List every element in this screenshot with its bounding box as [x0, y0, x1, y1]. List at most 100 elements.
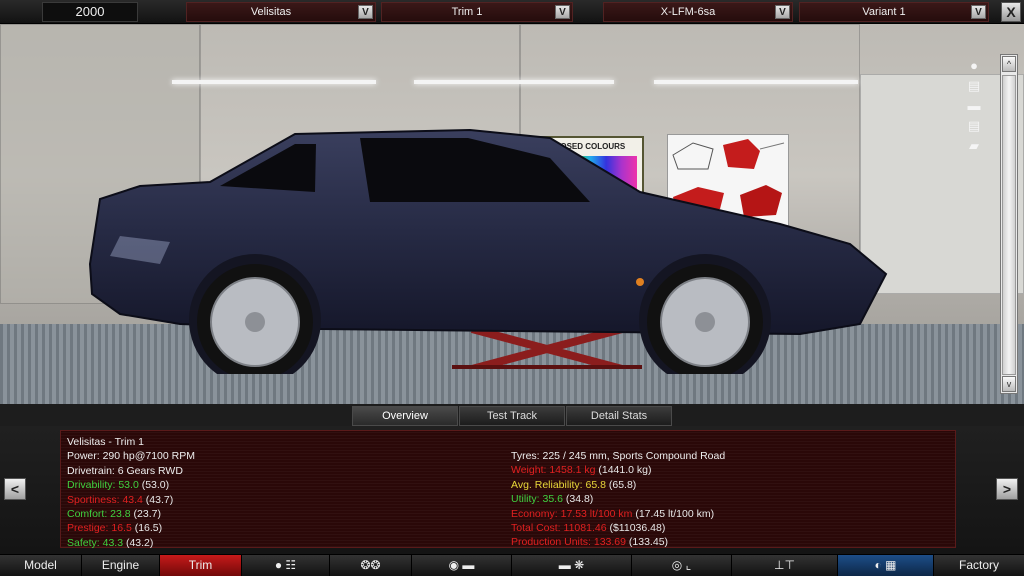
- stat-target-value: (23.7): [130, 508, 161, 521]
- stat-row: Drivability: 53.0 (53.0): [67, 478, 195, 492]
- stat-value: Total Cost: 11081.46: [511, 522, 607, 535]
- stat-value: Comfort: 23.8: [67, 508, 131, 521]
- stat-value: Velisitas - Trim 1: [67, 436, 145, 448]
- overview-panel: < Velisitas - Trim 1 Power: 290 hp@7100 R…: [0, 426, 1024, 554]
- car-top-icon[interactable]: ▰: [961, 138, 987, 154]
- engine-dropdown[interactable]: X-LFM-6sa V: [603, 2, 793, 22]
- stat-value: Prestige: 16.5: [67, 522, 132, 535]
- stat-target-value: (43.2): [123, 536, 154, 549]
- stat-target-value: (1441.0 kg): [595, 464, 652, 477]
- zoom-scrollbar[interactable]: ^ v: [1000, 54, 1018, 394]
- stat-value: Drivetrain: 6 Gears RWD: [67, 464, 183, 477]
- stats-right-column: Tyres: 225 / 245 mm, Sports Compound Roa…: [511, 449, 725, 550]
- stat-row: Prestige: 16.5 (16.5): [67, 521, 195, 535]
- trim-dropdown-label: Trim 1: [451, 6, 483, 18]
- stat-target-value: (53.0): [138, 479, 170, 492]
- camera-icon[interactable]: ●: [961, 58, 987, 74]
- stat-target-value: (133.45): [626, 536, 669, 549]
- nav-testing[interactable]: ◐ ▦: [838, 555, 934, 576]
- nav-engine[interactable]: Engine: [82, 555, 160, 576]
- gauge-icon: ◐ ▦: [874, 558, 897, 572]
- wheel-icon: ❂❂: [360, 558, 381, 572]
- stat-value: Production Units: 133.69: [511, 536, 626, 549]
- seat-icon: ⌞: [685, 558, 692, 572]
- variant-dropdown[interactable]: Variant 1 V: [799, 2, 989, 22]
- stat-value: Economy: 17.53 lt/100 km: [511, 507, 633, 520]
- stat-target-value: (34.8): [562, 493, 594, 506]
- stat-row: Weight: 1458.1 kg (1441.0 kg): [511, 463, 725, 477]
- body-icon: ◉ ▬: [448, 558, 475, 572]
- stat-row: Power: 290 hp@7100 RPM: [67, 449, 195, 463]
- model-dropdown[interactable]: Velisitas V: [186, 2, 376, 22]
- prev-button[interactable]: <: [4, 478, 26, 500]
- stats-left-column: Velisitas - Trim 1 Power: 290 hp@7100 RPM…: [67, 435, 195, 550]
- garage-viewport[interactable]: PROPOSED COLOURS ● ▤ ▬ ▤ ▰ ^ v: [0, 24, 1024, 404]
- nav-interior[interactable]: ◎ ⌞: [632, 555, 732, 576]
- fan-icon: ❋: [574, 558, 585, 572]
- close-button[interactable]: X: [1001, 2, 1021, 22]
- stat-row: Comfort: 23.8 (23.7): [67, 507, 195, 521]
- next-button[interactable]: >: [996, 478, 1018, 500]
- ceiling-light: [654, 80, 858, 84]
- stat-target-value: ($11036.48): [606, 522, 666, 535]
- chevron-down-icon[interactable]: V: [358, 5, 373, 19]
- stat-row: Safety: 43.3 (43.2): [67, 536, 195, 550]
- nav-factory[interactable]: Factory: [934, 555, 1024, 576]
- stat-row: Avg. Reliability: 65.8 (65.8): [511, 478, 725, 492]
- scroll-up-button[interactable]: ^: [1002, 56, 1016, 72]
- variant-dropdown-label: Variant 1: [862, 6, 906, 18]
- engine-dropdown-label: X-LFM-6sa: [660, 6, 716, 18]
- stat-row: Economy: 17.53 lt/100 km (17.45 lt/100 k…: [511, 507, 725, 521]
- ceiling-light: [172, 80, 376, 84]
- stat-row: Velisitas - Trim 1: [67, 435, 195, 449]
- car-icon: ▬: [558, 558, 571, 572]
- scroll-thumb[interactable]: [1002, 75, 1016, 375]
- bottom-nav: Model Engine Trim ● ☷ ❂❂ ◉ ▬ ▬ ❋ ◎ ⌞ ⊥⊤ …: [0, 554, 1024, 576]
- stat-value: Power: 290 hp@7100 RPM: [67, 450, 195, 463]
- stat-target-value: (17.45 lt/100 km): [632, 507, 715, 520]
- stat-row: Total Cost: 11081.46 ($11036.48): [511, 521, 725, 535]
- stat-row: Drivetrain: 6 Gears RWD: [67, 464, 195, 478]
- tab-overview[interactable]: Overview: [352, 406, 458, 426]
- stat-value: Tyres: 225 / 245 mm, Sports Compound Roa…: [511, 450, 726, 462]
- nav-wheels[interactable]: ❂❂: [330, 555, 412, 576]
- gearbox-icon: ● ☷: [274, 558, 297, 572]
- suspension-icon: ⊥⊤: [774, 558, 795, 572]
- car-rear-icon[interactable]: ▤: [961, 118, 987, 134]
- chevron-down-icon[interactable]: V: [971, 5, 986, 19]
- stat-target-value: (65.8): [605, 478, 637, 491]
- stat-value: Avg. Reliability: 65.8: [511, 478, 606, 491]
- stat-value: Weight: 1458.1 kg: [511, 464, 596, 477]
- steering-icon: ◎: [671, 558, 683, 572]
- nav-suspension[interactable]: ⊥⊤: [732, 555, 838, 576]
- tab-test-track[interactable]: Test Track: [459, 406, 565, 426]
- nav-design[interactable]: ▬ ❋: [512, 555, 632, 576]
- car-model[interactable]: [80, 124, 900, 374]
- nav-gearbox[interactable]: ● ☷: [242, 555, 330, 576]
- stat-row: Production Units: 133.69 (133.45): [511, 535, 725, 549]
- view-tools: ● ▤ ▬ ▤ ▰: [961, 54, 997, 154]
- stat-value: Sportiness: 43.4: [67, 493, 143, 506]
- car-front-icon[interactable]: ▤: [961, 78, 987, 94]
- stat-row: Sportiness: 43.4 (43.7): [67, 493, 195, 507]
- chevron-down-icon[interactable]: V: [555, 5, 570, 19]
- stat-value: Utility: 35.6: [511, 493, 563, 506]
- stat-row: Utility: 35.6 (34.8): [511, 492, 725, 506]
- nav-body[interactable]: ◉ ▬: [412, 555, 512, 576]
- year-field[interactable]: 2000: [42, 2, 138, 22]
- tab-detail-stats[interactable]: Detail Stats: [566, 406, 672, 426]
- nav-trim[interactable]: Trim: [160, 555, 242, 576]
- tab-strip: Overview Test Track Detail Stats: [0, 404, 1024, 426]
- trim-dropdown[interactable]: Trim 1 V: [381, 2, 573, 22]
- car-side-icon[interactable]: ▬: [961, 98, 987, 114]
- stat-target-value: (16.5): [131, 522, 163, 535]
- stat-value: Drivability: 53.0: [67, 479, 139, 492]
- chevron-down-icon[interactable]: V: [775, 5, 790, 19]
- nav-model[interactable]: Model: [0, 555, 82, 576]
- ceiling-light: [414, 80, 614, 84]
- top-bar: 2000 Velisitas V Trim 1 V X-LFM-6sa V Va…: [0, 0, 1024, 24]
- app-window: 2000 Velisitas V Trim 1 V X-LFM-6sa V Va…: [0, 0, 1024, 576]
- stats-box: Velisitas - Trim 1 Power: 290 hp@7100 RPM…: [60, 430, 956, 550]
- scroll-down-button[interactable]: v: [1002, 376, 1016, 392]
- stat-row: Tyres: 225 / 245 mm, Sports Compound Roa…: [511, 449, 725, 463]
